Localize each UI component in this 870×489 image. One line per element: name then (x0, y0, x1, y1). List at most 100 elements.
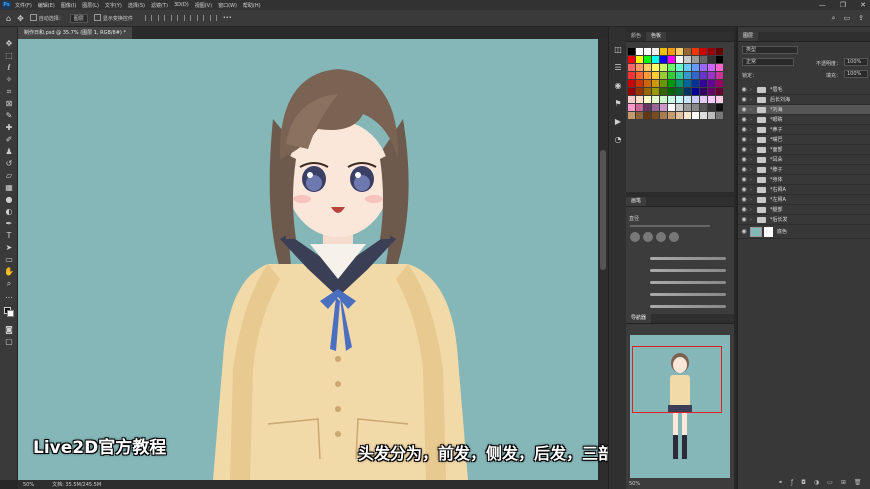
color-swatch[interactable] (636, 104, 643, 111)
color-swatch[interactable] (660, 56, 667, 63)
menu-file[interactable]: 文件(F) (15, 2, 32, 9)
color-swatch[interactable] (652, 64, 659, 71)
color-swatch[interactable] (668, 56, 675, 63)
color-swatch[interactable] (636, 48, 643, 55)
pen-icon[interactable]: ✒ (4, 219, 14, 228)
menu-edit[interactable]: 编辑(E) (38, 2, 55, 9)
color-swatch[interactable] (668, 64, 675, 71)
canvas[interactable] (18, 39, 598, 480)
color-swatch[interactable] (652, 112, 659, 119)
hand-icon[interactable]: ✋ (4, 267, 14, 276)
eye-icon[interactable]: ◉ (738, 106, 750, 113)
brush-preset[interactable] (643, 232, 653, 242)
color-swatch[interactable] (700, 56, 707, 63)
swatch-grid[interactable] (628, 48, 724, 119)
color-swatch[interactable] (652, 96, 659, 103)
chevron-right-icon[interactable]: › (750, 87, 757, 93)
color-swatch[interactable] (644, 56, 651, 63)
auto-select-label[interactable]: 自动选择： (30, 14, 64, 22)
align-left-icon[interactable] (144, 15, 152, 21)
properties-icon[interactable]: ☰ (613, 63, 623, 73)
layer-row[interactable]: ◉ › *面部 (738, 145, 870, 155)
brush-preset[interactable] (630, 232, 640, 242)
eye-icon[interactable]: ◉ (738, 86, 750, 93)
menu-view[interactable]: 视图(V) (195, 2, 212, 9)
color-swatch[interactable] (716, 96, 723, 103)
adjustments-icon[interactable]: ◉ (613, 81, 623, 91)
libraries-icon[interactable]: ⚑ (613, 99, 623, 109)
color-swatch[interactable] (692, 104, 699, 111)
layer-row[interactable]: ◉ › *鼻子 (738, 125, 870, 135)
color-swatch[interactable] (716, 88, 723, 95)
close-button[interactable]: ✕ (860, 1, 866, 9)
color-swatch[interactable] (660, 72, 667, 79)
color-swatch[interactable] (676, 112, 683, 119)
color-swatch[interactable] (628, 64, 635, 71)
history-brush-icon[interactable]: ↺ (4, 159, 14, 168)
align-bottom-icon[interactable] (209, 15, 217, 21)
menu-type[interactable]: 文字(Y) (105, 2, 122, 9)
align-middle-icon[interactable] (196, 15, 204, 21)
auto-select-dropdown[interactable]: 图层 (69, 13, 88, 23)
brush-icon[interactable]: ✐ (4, 135, 14, 144)
mask-icon[interactable]: ◘ (801, 479, 806, 486)
more-options-button[interactable]: ••• (223, 15, 232, 21)
color-swatch[interactable] (644, 72, 651, 79)
color-swatch[interactable] (716, 112, 723, 119)
layer-row-selected[interactable]: ◉ › *刘海 (738, 105, 870, 115)
brush-preset[interactable] (656, 232, 666, 242)
color-swatch[interactable] (708, 48, 715, 55)
brush-stroke-preview[interactable] (650, 257, 726, 260)
gradient-icon[interactable]: ▦ (4, 183, 14, 192)
delete-icon[interactable]: 🗑 (854, 479, 862, 486)
color-swatch[interactable] (692, 64, 699, 71)
brush-stroke-preview[interactable] (650, 281, 726, 284)
color-swatch[interactable] (628, 96, 635, 103)
color-swatch[interactable] (692, 56, 699, 63)
tab-layers[interactable]: 图层 (738, 32, 759, 41)
color-swatch[interactable] (652, 80, 659, 87)
color-swatch[interactable] (628, 88, 635, 95)
type-icon[interactable]: T (4, 231, 14, 240)
share-icon[interactable]: ⇪ (858, 14, 864, 23)
maximize-button[interactable]: ❐ (840, 1, 846, 9)
color-swatch[interactable] (636, 56, 643, 63)
new-layer-icon[interactable]: ⊞ (841, 479, 846, 486)
fx-icon[interactable]: ƒ (791, 479, 793, 486)
timeline-icon[interactable]: ◔ (613, 135, 623, 145)
color-swatch[interactable] (676, 96, 683, 103)
color-swatch[interactable] (692, 96, 699, 103)
color-swatch[interactable] (628, 104, 635, 111)
chevron-right-icon[interactable]: › (750, 97, 757, 103)
color-swatch[interactable] (676, 64, 683, 71)
blend-mode-dropdown[interactable]: 正常 (742, 58, 794, 66)
layer-row[interactable]: ◉ › *腿部 (738, 205, 870, 215)
menu-filter[interactable]: 滤镜(T) (151, 2, 168, 9)
move-icon[interactable]: ✥ (4, 39, 14, 48)
color-swatch[interactable] (636, 72, 643, 79)
menu-image[interactable]: 图像(I) (61, 2, 76, 9)
color-swatch[interactable] (692, 72, 699, 79)
chevron-right-icon[interactable]: › (750, 177, 757, 183)
color-swatch[interactable] (668, 80, 675, 87)
eye-icon[interactable]: ◉ (738, 146, 750, 153)
brush-preset[interactable] (669, 232, 679, 242)
color-swatch[interactable] (684, 80, 691, 87)
zoom-icon[interactable]: ⌕ (4, 279, 14, 288)
blur-icon[interactable]: ● (4, 195, 14, 204)
eye-icon[interactable]: ◉ (738, 206, 750, 213)
workspace-icon[interactable]: ▭ (844, 14, 851, 23)
color-swatch[interactable] (652, 88, 659, 95)
align-top-icon[interactable] (183, 15, 191, 21)
color-swatch[interactable] (668, 104, 675, 111)
color-swatch[interactable] (676, 56, 683, 63)
chevron-right-icon[interactable]: › (750, 117, 757, 123)
color-swatches-icon[interactable] (4, 307, 14, 317)
healing-icon[interactable]: ✚ (4, 123, 14, 132)
eye-icon[interactable]: ◉ (738, 126, 750, 133)
navigator-zoom[interactable]: 50% (629, 481, 640, 487)
frame-icon[interactable]: ⊠ (4, 99, 14, 108)
more-tools-icon[interactable]: … (4, 291, 14, 300)
link-icon[interactable]: ⚭ (778, 479, 783, 486)
menu-help[interactable]: 帮助(H) (243, 2, 261, 9)
